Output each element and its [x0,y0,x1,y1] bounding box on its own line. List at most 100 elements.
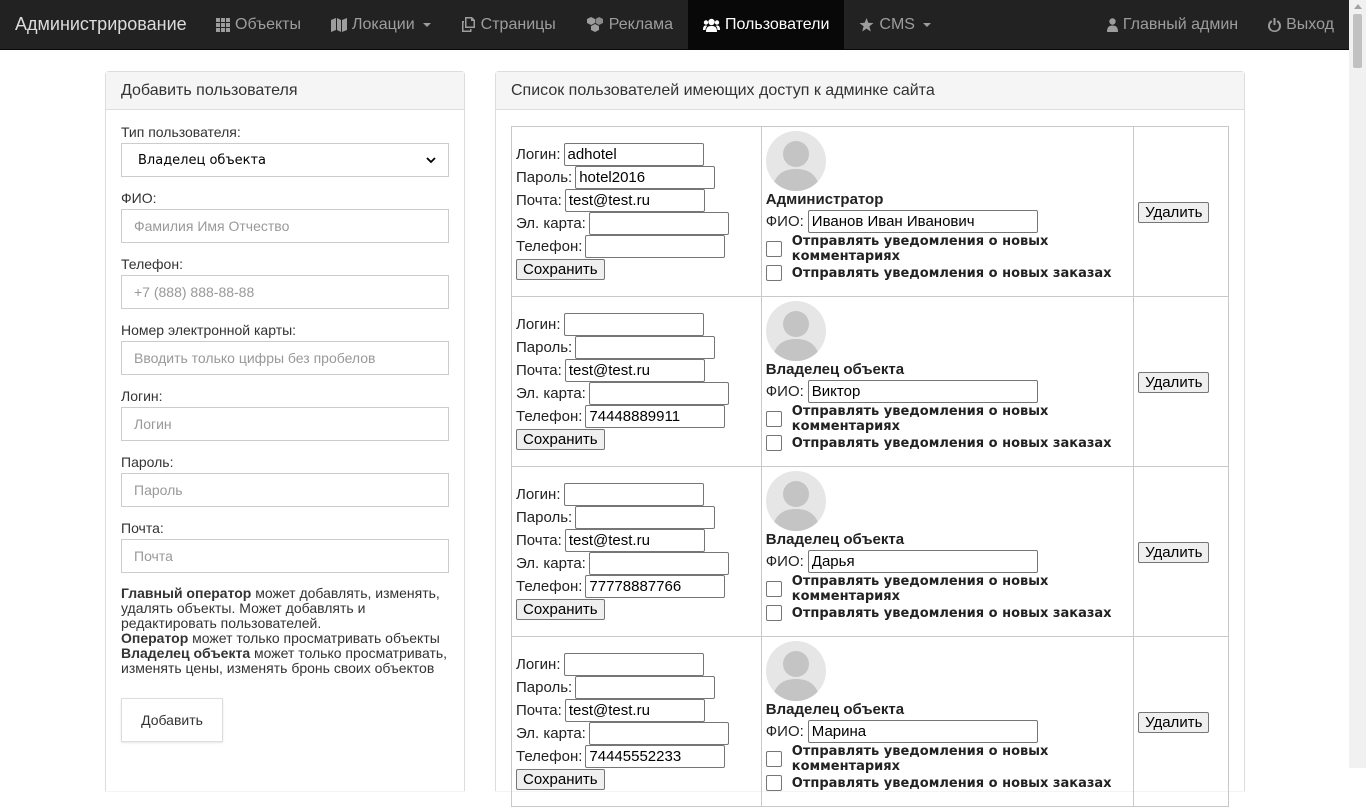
user-phone-label: Телефон: [516,238,583,255]
user-phone-input[interactable] [585,235,726,258]
nav-cms-label: CMS [879,15,915,33]
user-phone-input[interactable] [585,575,726,598]
scroll-up-arrow-icon[interactable] [1354,4,1362,9]
user-phone-input[interactable] [585,405,726,428]
notify-comments-checkbox[interactable] [765,411,782,427]
brand-link[interactable]: Администрирование [0,0,201,49]
nav-cms[interactable]: CMS [844,0,946,49]
user-phone-label: Телефон: [516,748,583,765]
user-email-label: Почта: [516,362,562,379]
delete-user-button[interactable]: Удалить [1138,201,1210,223]
nav-pages[interactable]: Страницы [446,0,571,49]
notify-comments-checkbox[interactable] [765,241,782,257]
user-card-input[interactable] [588,722,729,745]
save-user-button[interactable]: Сохранить [516,429,605,450]
users-list-panel: Список пользователей имеющих доступ к ад… [495,71,1245,807]
user-silhouette-icon [771,651,820,701]
user-email-input[interactable] [564,189,705,212]
nav-logout[interactable]: Выход [1253,0,1349,49]
user-phone-input[interactable] [585,745,726,768]
page-scrollbar[interactable] [1349,0,1366,768]
nav-users[interactable]: Пользователи [687,0,845,49]
nav-logout-label: Выход [1286,15,1334,33]
nav-ads[interactable]: Реклама [571,0,688,49]
password-input[interactable] [121,473,449,507]
user-password-input[interactable] [575,336,716,359]
user-row: Логин: Пароль: Почта: Эл. карта: Телефон… [511,636,1229,807]
email-input[interactable] [121,539,449,573]
save-user-button[interactable]: Сохранить [516,599,605,620]
user-email-input[interactable] [564,699,705,722]
user-silhouette-icon [771,141,820,191]
user-profile-cell: Владелец объекта ФИО: Отправлять уведомл… [760,466,1135,637]
user-type-select[interactable]: Владелец объекта [121,143,449,177]
user-login-label: Логин: [516,316,561,333]
user-email-label: Почта: [516,702,562,719]
user-login-input[interactable] [563,313,704,336]
nav-locations-label: Локации [351,15,415,33]
user-fio-input[interactable] [807,719,1038,743]
save-user-button[interactable]: Сохранить [516,769,605,790]
user-credentials-cell: Логин: Пароль: Почта: Эл. карта: Телефон… [511,466,762,637]
user-phone-label: Телефон: [516,578,583,595]
users-icon [702,18,720,32]
user-login-input[interactable] [563,143,704,166]
user-silhouette-icon [771,311,820,361]
notify-comments-checkbox[interactable] [765,581,782,597]
user-row: Логин: Пароль: Почта: Эл. карта: Телефон… [511,126,1229,297]
notify-orders-checkbox[interactable] [765,605,782,621]
cubes-icon [586,17,603,32]
user-password-label: Пароль: [516,169,573,186]
user-fio-input[interactable] [807,549,1038,573]
nav-objects[interactable]: Объекты [201,0,316,49]
phone-input[interactable] [121,275,449,309]
user-login-input[interactable] [563,653,704,676]
user-role: Владелец объекта [765,361,905,378]
user-row: Логин: Пароль: Почта: Эл. карта: Телефон… [511,296,1229,467]
user-fio-input[interactable] [807,209,1038,233]
notify-orders-checkbox[interactable] [765,265,782,281]
nav-pages-label: Страницы [480,15,556,33]
delete-user-button[interactable]: Удалить [1138,541,1210,563]
card-label: Номер электронной карты: [121,322,297,338]
add-user-button[interactable]: Добавить [121,698,223,742]
user-actions-cell: Удалить [1133,126,1229,297]
user-password-input[interactable] [575,506,716,529]
fio-input[interactable] [121,209,449,243]
nav-objects-label: Объекты [235,15,301,33]
user-fio-label: ФИО: [765,722,804,740]
user-type-label: Тип пользователя: [121,124,241,140]
user-login-input[interactable] [563,483,704,506]
top-navbar: Администрирование Объекты Локации Страни… [0,0,1349,50]
email-label: Почта: [121,520,164,536]
card-input[interactable] [121,341,449,375]
nav-profile[interactable]: Главный админ [1092,0,1253,49]
user-email-input[interactable] [564,359,705,382]
user-card-input[interactable] [588,552,729,575]
notify-comments-checkbox[interactable] [765,751,782,767]
nav-profile-label: Главный админ [1122,15,1239,33]
scrollbar-thumb[interactable] [1353,14,1362,68]
caret-down-icon [422,22,431,27]
user-card-input[interactable] [588,212,729,235]
delete-user-button[interactable]: Удалить [1138,711,1210,733]
save-user-button[interactable]: Сохранить [516,259,605,280]
user-card-label: Эл. карта: [516,555,586,572]
user-password-input[interactable] [575,676,716,699]
user-actions-cell: Удалить [1133,296,1229,467]
login-input[interactable] [121,407,449,441]
user-email-input[interactable] [564,529,705,552]
user-fio-input[interactable] [807,379,1038,403]
user-credentials-cell: Логин: Пароль: Почта: Эл. карта: Телефон… [511,126,762,297]
nav-locations[interactable]: Локации [316,0,446,49]
notify-orders-checkbox[interactable] [765,775,782,791]
add-user-panel-title: Добавить пользователя [106,72,464,110]
password-label: Пароль: [121,454,174,470]
user-password-label: Пароль: [516,509,573,526]
user-card-input[interactable] [588,382,729,405]
delete-user-button[interactable]: Удалить [1138,371,1210,393]
user-password-input[interactable] [575,166,716,189]
phone-label: Телефон: [121,256,183,272]
copy-icon [461,17,475,32]
notify-orders-checkbox[interactable] [765,435,782,451]
